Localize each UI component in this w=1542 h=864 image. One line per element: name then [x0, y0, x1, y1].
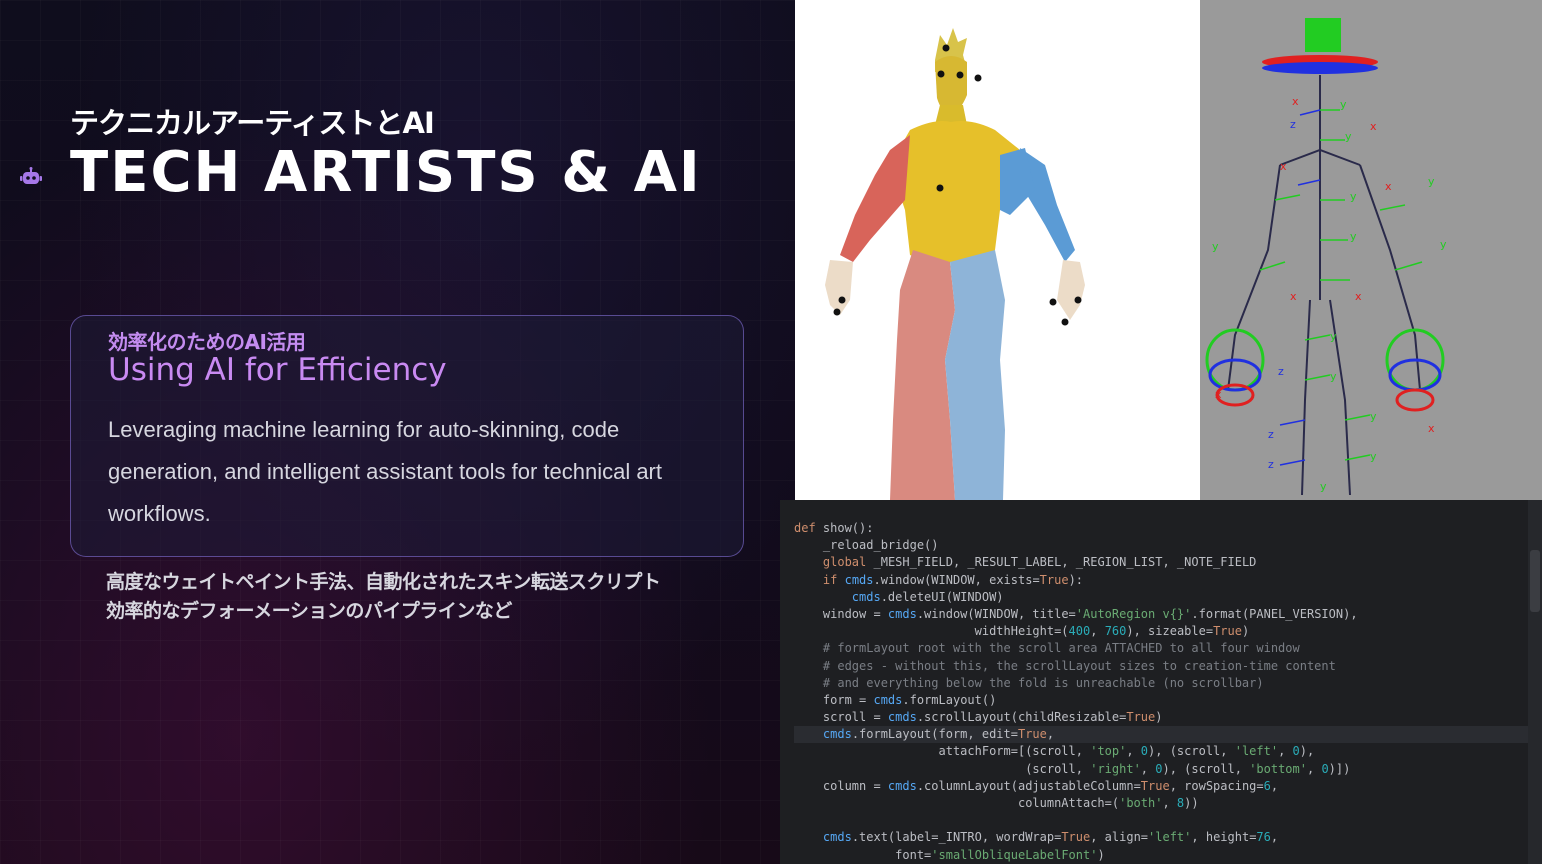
code-line-current: cmds.formLayout(form, edit=True,: [794, 726, 1542, 744]
svg-text:z: z: [1278, 365, 1284, 378]
svg-text:y: y: [1320, 480, 1327, 493]
svg-text:x: x: [1370, 120, 1377, 133]
svg-text:z: z: [1268, 458, 1274, 471]
title-japanese: テクニカルアーティストとAI: [70, 106, 435, 140]
joint-rig-illustration: y x z x y y x x y y y y x x y z y x x z …: [1205, 18, 1447, 496]
svg-text:y: y: [1370, 450, 1377, 463]
svg-text:y: y: [1370, 410, 1377, 423]
svg-text:z: z: [1290, 118, 1296, 131]
svg-text:y: y: [1212, 240, 1219, 253]
slide-panel: テクニカルアーティストとAI TECH ARTISTS & AI 効率化のための…: [0, 0, 795, 864]
code-line: cmds.deleteUI(WINDOW): [851, 589, 1004, 604]
info-card: 効率化のためのAI活用 Using AI for Efficiency Leve…: [70, 315, 744, 557]
svg-text:y: y: [1428, 175, 1435, 188]
code-line: columnAttach=('both', 8)): [794, 796, 1199, 810]
code-line: # and everything below the fold is unrea…: [822, 675, 1264, 690]
code-line: (scroll, 'right', 0), (scroll, 'bottom',…: [794, 761, 1351, 776]
page-title: TECH ARTISTS & AI: [70, 140, 702, 205]
svg-text:y: y: [1440, 238, 1447, 251]
character-model-illustration: [825, 28, 1085, 500]
robot-icon: [20, 167, 42, 184]
svg-text:y: y: [1345, 130, 1352, 143]
code-block: def show(): _reload_bridge() global _MES…: [794, 520, 1542, 864]
code-editor[interactable]: def show(): _reload_bridge() global _MES…: [780, 500, 1542, 864]
svg-text:x: x: [1385, 180, 1392, 193]
code-line: def show():: [794, 521, 874, 535]
code-line: _reload_bridge(): [794, 538, 939, 553]
svg-text:x: x: [1292, 95, 1299, 108]
card-heading: Using AI for Efficiency: [108, 352, 447, 388]
code-line: if cmds.window(WINDOW, exists=True):: [822, 572, 1084, 587]
scrollbar-thumb[interactable]: [1530, 550, 1540, 612]
code-line: column = cmds.columnLayout(adjustableCol…: [794, 778, 1279, 793]
code-line: # edges - without this, the scrollLayout…: [822, 658, 1336, 673]
code-line: cmds.text(label=_INTRO, wordWrap=True, a…: [822, 830, 1279, 845]
svg-text:y: y: [1330, 370, 1337, 383]
svg-text:y: y: [1330, 330, 1337, 343]
bottom-description-japanese: 高度なウェイトペイント手法、自動化されたスキン転送スクリプト 効率的なデフォーメ…: [106, 568, 661, 626]
code-line: attachForm=[(scroll, 'top', 0), (scroll,…: [794, 744, 1315, 759]
svg-text:y: y: [1350, 230, 1357, 243]
code-line: font='smallObliqueLabelFont'): [794, 847, 1105, 862]
svg-text:z: z: [1268, 428, 1274, 441]
editor-scrollbar[interactable]: [1528, 500, 1542, 864]
svg-text:x: x: [1355, 290, 1362, 303]
bottom-line-2: 効率的なデフォーメーションのパイプラインなど: [106, 600, 512, 622]
rig-joints-viewport: y x z x y y x x y y y y x x y z y x x z …: [1200, 0, 1542, 500]
code-line: scroll = cmds.scrollLayout(childResizabl…: [794, 710, 1163, 725]
svg-text:x: x: [1428, 422, 1435, 435]
svg-text:x: x: [1290, 290, 1297, 303]
bottom-line-1: 高度なウェイトペイント手法、自動化されたスキン転送スクリプト: [106, 571, 661, 593]
code-line: widthHeight=(400, 760), sizeable=True): [794, 624, 1250, 639]
code-line: window = cmds.window(WINDOW, title='Auto…: [794, 606, 1358, 621]
card-body-text: Leveraging machine learning for auto-ski…: [108, 417, 662, 526]
code-line: form = cmds.formLayout(): [794, 692, 997, 707]
svg-text:y: y: [1350, 190, 1357, 203]
svg-text:x: x: [1280, 160, 1287, 173]
svg-text:x: x: [1215, 388, 1222, 401]
code-line: global _MESH_FIELD, _RESULT_LABEL, _REGI…: [822, 555, 1257, 570]
code-line: # formLayout root with the scroll area A…: [822, 641, 1300, 656]
card-heading-japanese: 効率化のためのAI活用: [108, 330, 306, 354]
svg-text:y: y: [1340, 98, 1347, 111]
skin-weights-viewport: [795, 0, 1200, 500]
